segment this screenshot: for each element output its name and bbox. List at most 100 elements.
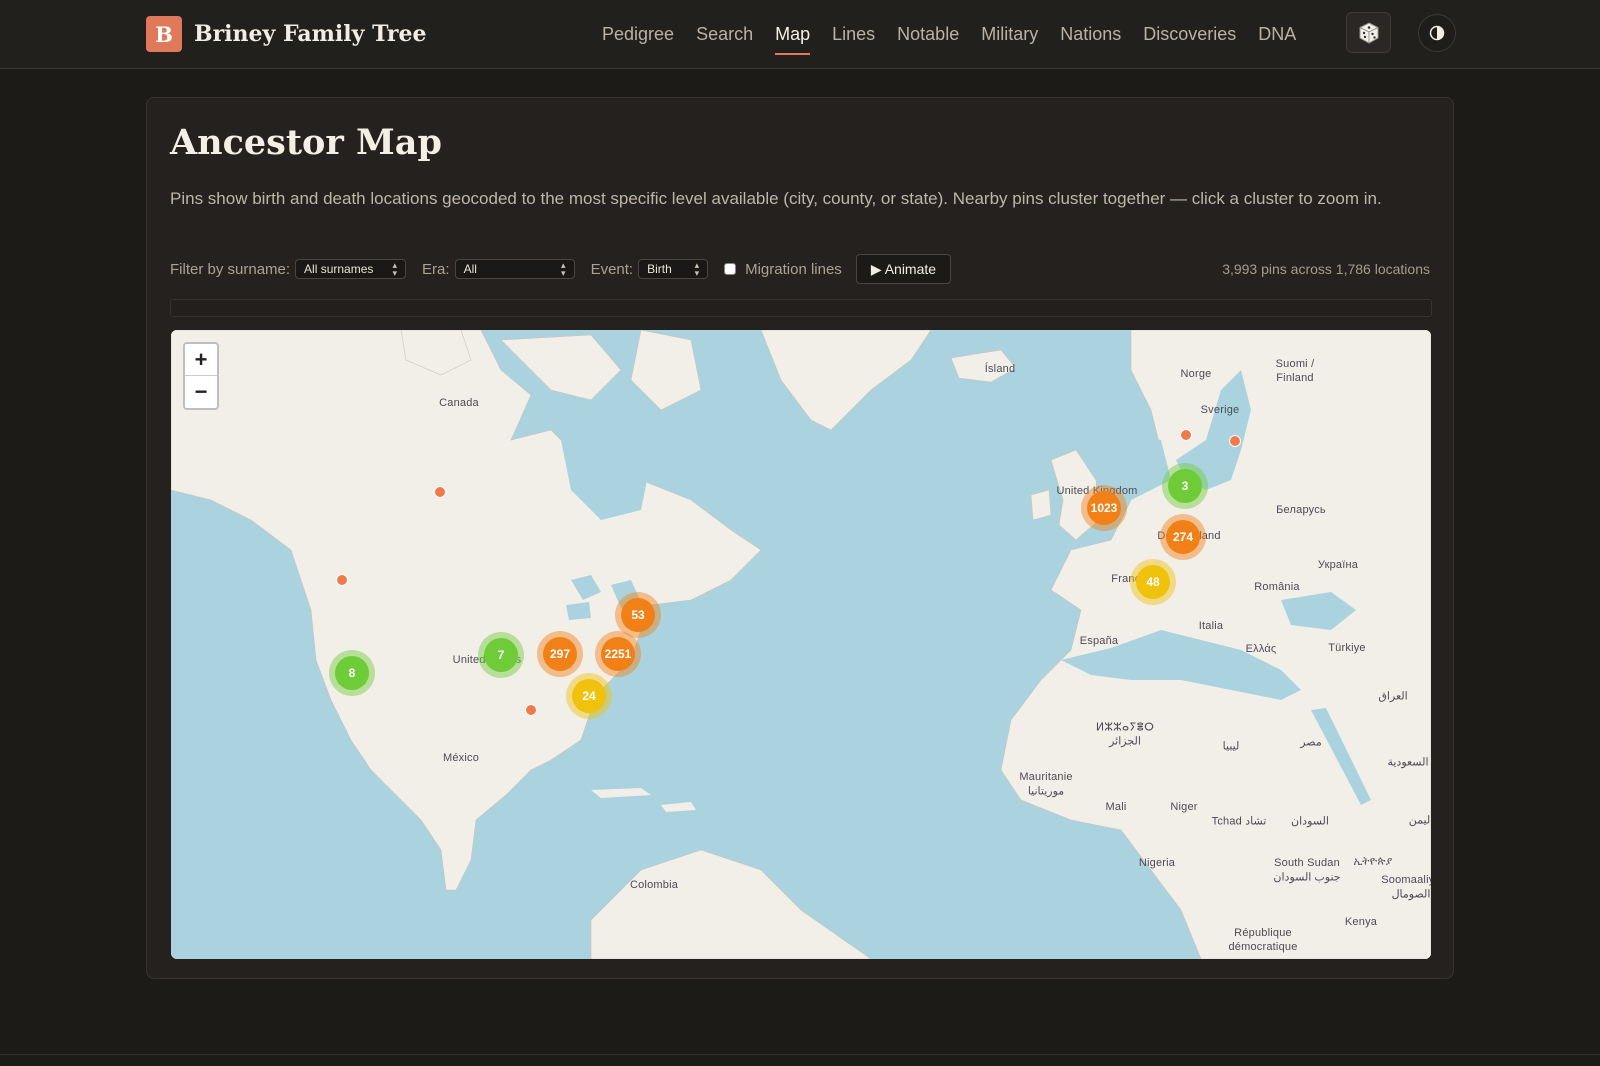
map-label-somalia: Soomaaliya [1381, 874, 1431, 886]
pin-cluster-count: 8 [335, 656, 369, 690]
event-select[interactable]: Birth ▴ ▾ [638, 259, 709, 279]
pin-cluster[interactable]: 3 [1162, 463, 1208, 509]
zoom-in-button[interactable]: + [185, 344, 217, 376]
map-label-ethiopia: ኢትዮጵያ [1353, 855, 1393, 868]
map-label-romania: România [1254, 581, 1300, 593]
map-label-sverige: Sverige [1200, 404, 1240, 416]
era-filter-label: Era: [422, 260, 450, 278]
page-description: Pins show birth and death locations geoc… [170, 189, 1382, 208]
main-nav: Pedigree Search Map Lines Notable Milita… [602, 0, 1318, 68]
map-basemap [171, 330, 1431, 959]
brand[interactable]: B Briney Family Tree [146, 16, 426, 52]
pin-cluster-count: 24 [572, 679, 606, 713]
location-pin[interactable] [336, 574, 348, 586]
nav-pedigree[interactable]: Pedigree [602, 24, 674, 45]
nav-dna[interactable]: DNA [1258, 24, 1296, 45]
nav-search[interactable]: Search [696, 24, 753, 45]
pin-cluster[interactable]: 7 [478, 632, 524, 678]
map-label-tchad: Tchad تشاد [1211, 815, 1267, 828]
pin-cluster[interactable]: 53 [615, 592, 661, 638]
theme-toggle-button[interactable] [1418, 14, 1456, 52]
animate-button[interactable]: ▶ Animate [855, 254, 952, 284]
map-label-colombia: Colombia [629, 879, 679, 891]
select-arrows-icon: ▴ ▾ [392, 260, 398, 278]
pin-cluster-count: 53 [621, 598, 655, 632]
nav-discoveries[interactable]: Discoveries [1143, 24, 1236, 45]
era-select[interactable]: All ▴ ▾ [454, 259, 575, 279]
map-label-niger: Niger [1170, 801, 1198, 813]
map-label-egypt: مصر [1300, 736, 1322, 749]
select-arrows-icon: ▴ ▾ [561, 260, 566, 278]
pin-cluster-count: 297 [543, 637, 577, 671]
animation-progress-bar [170, 299, 1432, 317]
era-select-value: All [463, 262, 477, 276]
map-label-algeria-tifinagh: ⵍⵣⵣⴰⵢⴻⵔ [1095, 721, 1155, 734]
map-label-espana: España [1079, 635, 1119, 647]
map-label-suomi: Suomi / [1275, 358, 1315, 370]
surname-select[interactable]: All surnames ▴ ▾ [295, 259, 407, 279]
pin-cluster[interactable]: 1023 [1081, 485, 1127, 531]
map-label-finland: Finland [1276, 372, 1314, 384]
pin-cluster[interactable]: 297 [537, 631, 583, 677]
zoom-out-button[interactable]: − [185, 376, 217, 408]
pin-cluster-count: 48 [1136, 565, 1170, 599]
nav-military[interactable]: Military [981, 24, 1038, 45]
nav-notable[interactable]: Notable [897, 24, 959, 45]
map-label-sudan: السودان [1291, 815, 1329, 828]
event-select-value: Birth [647, 262, 672, 276]
pin-cluster-count: 2251 [601, 637, 635, 671]
map-label-canada: Canada [439, 397, 479, 409]
pin-cluster-count: 274 [1166, 520, 1200, 554]
map-label-mauritanie-ar: موريتانيا [1027, 785, 1065, 798]
page-title: Ancestor Map [170, 122, 442, 163]
filter-bar: Filter by surname: All surnames ▴ ▾ Era: … [170, 254, 1430, 284]
map-label-saudi: السعودية [1387, 756, 1429, 769]
event-filter-label: Event: [590, 260, 634, 278]
map-label-turkiye: Türkiye [1328, 642, 1366, 654]
map-label-drc-line2: démocratique [1228, 941, 1298, 953]
map-label-somalia-ar: الصومال [1391, 888, 1431, 901]
pin-cluster[interactable]: 48 [1130, 559, 1176, 605]
pin-cluster[interactable]: 274 [1160, 514, 1206, 560]
map-label-mali: Mali [1105, 801, 1127, 813]
top-navigation-bar: B Briney Family Tree Pedigree Search Map… [0, 0, 1600, 69]
nav-lines[interactable]: Lines [832, 24, 875, 45]
location-pin[interactable] [434, 486, 446, 498]
map-label-norge: Norge [1180, 368, 1212, 380]
map-label-south-sudan: South Sudan [1274, 857, 1340, 869]
map-label-yemen: اليمن [1408, 814, 1431, 827]
nav-map[interactable]: Map [775, 24, 811, 55]
map-label-mexico: México [442, 752, 480, 764]
location-pin[interactable] [1180, 429, 1192, 441]
pin-count: 3,993 pins across 1,786 locations [1222, 261, 1430, 277]
location-pin[interactable] [1229, 435, 1241, 447]
location-pin[interactable] [525, 704, 537, 716]
dice-icon [1359, 21, 1378, 44]
map-label-algeria: الجزائر [1109, 735, 1141, 748]
map-card: Ancestor Map Pins show birth and death l… [146, 97, 1454, 979]
pin-cluster-count: 3 [1168, 469, 1202, 503]
map-label-ukraina: Україна [1317, 559, 1359, 571]
pin-cluster[interactable]: 2251 [595, 631, 641, 677]
brand-logo: B [146, 16, 182, 52]
map-label-libya: ليبيا [1222, 740, 1240, 753]
brand-title: Briney Family Tree [194, 21, 427, 47]
pin-cluster[interactable]: 8 [329, 650, 375, 696]
surname-filter-label: Filter by surname: [170, 260, 291, 278]
select-arrows-icon: ▴ ▾ [694, 260, 700, 278]
migration-lines-label[interactable]: Migration lines [745, 261, 842, 278]
pin-cluster-count: 7 [484, 638, 518, 672]
map-label-nigeria: Nigeria [1138, 857, 1176, 869]
map-label-south-sudan-ar: جنوب السودان [1273, 871, 1341, 884]
surname-select-value: All surnames [304, 262, 374, 276]
map-label-mauritanie: Mauritanie [1019, 771, 1073, 783]
contrast-icon [1429, 25, 1445, 41]
pin-cluster[interactable]: 24 [566, 673, 612, 719]
map-label-island: Ísland [984, 363, 1016, 375]
footer-divider [0, 1054, 1600, 1055]
migration-lines-checkbox[interactable] [724, 263, 737, 275]
random-person-button[interactable] [1346, 12, 1391, 53]
ancestor-map[interactable]: Canada United States México Colombia Ísl… [171, 330, 1431, 959]
nav-nations[interactable]: Nations [1060, 24, 1121, 45]
map-label-kenya: Kenya [1344, 916, 1378, 928]
